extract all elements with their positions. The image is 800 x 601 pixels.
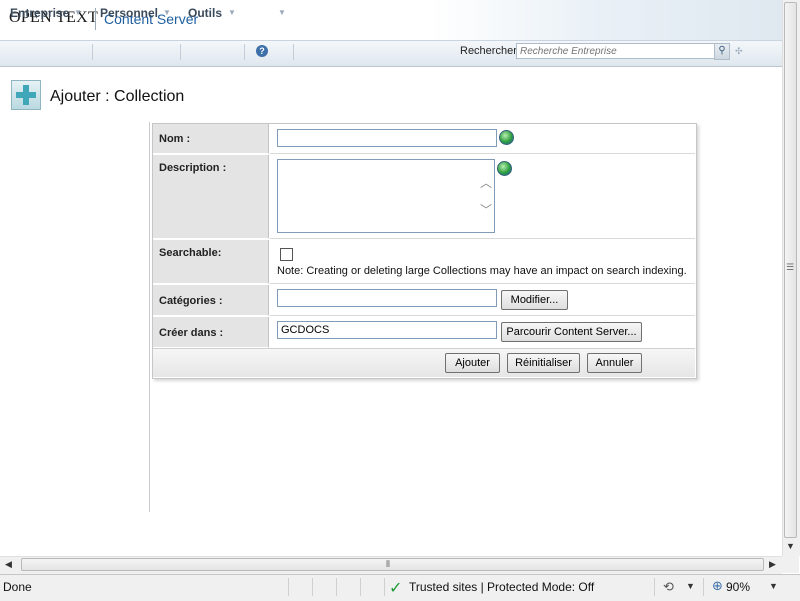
- status-divider: [312, 578, 313, 596]
- zoom-level[interactable]: 90%: [726, 580, 750, 594]
- reset-button[interactable]: Réinitialiser: [507, 353, 580, 373]
- create-in-field[interactable]: [277, 321, 497, 339]
- add-button[interactable]: Ajouter: [445, 353, 500, 373]
- name-label: Nom :: [159, 133, 191, 145]
- menu-divider: [293, 44, 294, 60]
- status-divider: [384, 578, 385, 596]
- scroll-right-arrow-icon[interactable]: ▶: [769, 559, 776, 570]
- content-divider: [149, 122, 150, 512]
- name-field[interactable]: [277, 129, 497, 147]
- menu-entreprise[interactable]: Entreprise: [10, 6, 69, 20]
- searchable-note: Note: Creating or deleting large Collect…: [277, 265, 687, 277]
- browse-content-server-button[interactable]: Parcourir Content Server...: [501, 322, 642, 342]
- status-divider: [360, 578, 361, 596]
- search-label: Rechercher: [460, 45, 517, 57]
- add-plus-icon: [11, 80, 41, 110]
- horizontal-scroll-thumb[interactable]: [21, 558, 764, 571]
- cancel-button[interactable]: Annuler: [587, 353, 642, 373]
- help-icon[interactable]: ?: [256, 45, 268, 57]
- searchable-label: Searchable:: [159, 247, 222, 259]
- status-divider: [288, 578, 289, 596]
- chevron-down-icon[interactable]: ▼: [228, 8, 236, 17]
- security-zone-text[interactable]: Trusted sites | Protected Mode: Off: [409, 580, 594, 594]
- grip-icon: ⦀: [386, 559, 390, 569]
- scroll-up-icon[interactable]: ︿: [480, 174, 492, 191]
- grip-icon: ☰: [786, 262, 795, 272]
- status-divider: [703, 578, 704, 596]
- search-options-icon[interactable]: ✣: [735, 46, 743, 57]
- scroll-down-arrow-icon[interactable]: ▼: [786, 541, 795, 551]
- row-divider: [270, 238, 695, 239]
- multilingual-globe-icon[interactable]: [499, 130, 514, 145]
- create-in-label: Créer dans :: [159, 327, 224, 339]
- status-divider: [654, 578, 655, 596]
- multilingual-globe-icon[interactable]: [497, 161, 512, 176]
- chevron-down-icon[interactable]: ▼: [278, 8, 286, 17]
- status-divider: [336, 578, 337, 596]
- row-divider: [270, 283, 695, 284]
- zoom-icon[interactable]: ⊕: [712, 578, 723, 594]
- categories-field[interactable]: [277, 289, 497, 307]
- row-divider: [270, 153, 695, 154]
- description-field[interactable]: [277, 159, 495, 233]
- description-label: Description :: [159, 162, 227, 174]
- chevron-down-icon[interactable]: ▼: [163, 8, 171, 17]
- checkmark-icon: ✓: [389, 580, 403, 597]
- searchable-checkbox[interactable]: [280, 248, 293, 261]
- chevron-down-icon[interactable]: ▼: [686, 581, 695, 591]
- popup-blocker-icon[interactable]: ⟲: [663, 579, 674, 595]
- menu-divider: [244, 44, 245, 60]
- chevron-down-icon[interactable]: ▼: [769, 581, 778, 591]
- categories-label: Catégories :: [159, 295, 223, 307]
- status-text: Done: [3, 580, 32, 594]
- scroll-down-icon[interactable]: ﹀: [480, 201, 492, 218]
- menu-personnel[interactable]: Personnel: [100, 6, 158, 20]
- logo-divider: [95, 8, 96, 30]
- scroll-left-arrow-icon[interactable]: ◀: [5, 559, 12, 570]
- scrollbar-corner: [782, 556, 799, 573]
- page-title: Ajouter : Collection: [50, 88, 185, 105]
- menu-divider: [180, 44, 181, 60]
- chevron-down-icon[interactable]: ▼: [74, 8, 82, 17]
- menu-divider: [92, 44, 93, 60]
- modify-categories-button[interactable]: Modifier...: [501, 290, 568, 310]
- menu-outils[interactable]: Outils: [188, 6, 222, 20]
- search-input[interactable]: [516, 43, 720, 59]
- search-icon[interactable]: ⚲: [714, 43, 730, 60]
- row-divider: [270, 315, 695, 316]
